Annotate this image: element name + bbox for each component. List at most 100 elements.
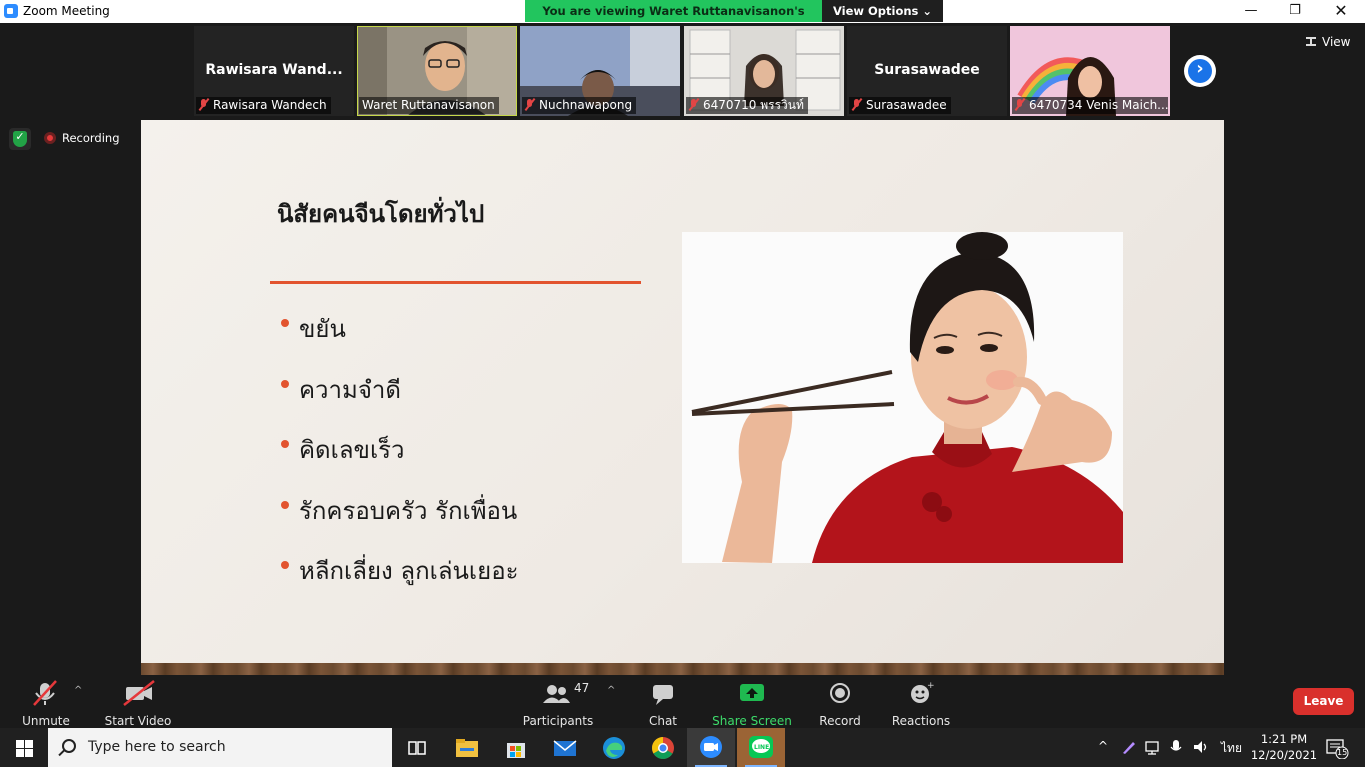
slide-bullet: ความจำดี — [277, 370, 519, 431]
view-label: View — [1322, 35, 1351, 49]
next-participants-button[interactable]: › — [1184, 55, 1216, 87]
participants-options-caret-icon[interactable]: ^ — [607, 685, 615, 696]
chrome-browser-icon[interactable] — [650, 735, 676, 761]
clock-date: 12/20/2021 — [1250, 748, 1318, 762]
view-options-button[interactable]: View Options ⌄ — [822, 0, 943, 22]
meeting-controls-bar: Unmute ^ Start Video 47 Participants ^ C… — [0, 675, 1365, 728]
gallery-view-icon — [1306, 37, 1316, 46]
chat-button[interactable]: Chat — [638, 679, 688, 728]
record-label: Record — [819, 714, 861, 728]
recording-label: Recording — [62, 131, 120, 145]
record-icon — [815, 679, 865, 707]
svg-text:+: + — [927, 681, 935, 691]
view-button[interactable]: View — [1306, 35, 1350, 49]
participant-tile[interactable]: 6470710 พรรวินท์ — [684, 26, 844, 116]
participant-name-bar: 6470734 Venis Maich... — [1012, 97, 1168, 114]
participant-tile[interactable]: Nuchnawapong — [520, 26, 680, 116]
slide-bullet: ขยัน — [277, 309, 519, 370]
share-screen-label: Share Screen — [712, 714, 792, 728]
windows-taskbar: Type here to search LINE ^ ไทย 1:21 PM 1… — [0, 728, 1365, 767]
reactions-smiley-icon: + — [890, 679, 952, 707]
title-bar: Zoom Meeting You are viewing Waret Rutta… — [0, 0, 1365, 40]
participant-big-name: Rawisara Wand... — [205, 62, 343, 78]
security-shield-icon[interactable] — [9, 128, 31, 150]
slide-bullet: หลีกเลี่ยง ลูกเล่นเยอะ — [277, 551, 519, 612]
share-screen-button[interactable]: Share Screen — [712, 679, 792, 728]
participant-name: 6470734 Venis Maich... — [1029, 98, 1168, 112]
zoom-app-icon — [4, 4, 18, 18]
view-options-label: View Options — [832, 4, 919, 18]
woman-with-chopsticks-photo — [682, 232, 1123, 563]
unmute-button[interactable]: Unmute — [18, 679, 74, 728]
participant-name: Nuchnawapong — [539, 98, 633, 112]
slide-floor-decoration — [141, 663, 1224, 675]
volume-icon[interactable] — [1192, 739, 1210, 758]
zoom-taskbar-button[interactable] — [687, 728, 735, 767]
start-video-button[interactable]: Start Video — [104, 679, 172, 728]
leave-button[interactable]: Leave — [1293, 688, 1354, 715]
muted-mic-icon — [525, 99, 534, 111]
slide-title: นิสัยคนจีนโดยทั่วไป — [277, 200, 485, 228]
restore-icon[interactable]: ❐ — [1272, 0, 1318, 23]
start-video-label: Start Video — [104, 714, 172, 728]
participant-name-bar: Waret Ruttanavisanon — [359, 97, 499, 114]
slide-bullet-list: ขยัน ความจำดี คิดเลขเร็ว รักครอบครัว รัก… — [277, 309, 519, 612]
participant-big-name: Surasawadee — [874, 62, 980, 78]
participants-button[interactable]: 47 Participants — [522, 679, 594, 728]
participant-name: Waret Ruttanavisanon — [362, 98, 495, 112]
network-icon[interactable] — [1145, 739, 1163, 758]
recording-dot-icon — [44, 132, 56, 144]
participants-label: Participants — [522, 714, 594, 728]
share-screen-icon — [712, 679, 792, 707]
participant-name-bar: Surasawadee — [849, 97, 951, 114]
taskbar-search-box[interactable]: Type here to search — [48, 728, 392, 767]
photo-illustration — [682, 232, 1123, 563]
record-button[interactable]: Record — [815, 679, 865, 728]
file-explorer-icon[interactable] — [454, 735, 480, 761]
edge-browser-icon[interactable] — [601, 735, 627, 761]
notification-count: 15 — [1337, 748, 1348, 757]
show-hidden-icons-icon[interactable]: ^ — [1098, 739, 1108, 753]
svg-text:LINE: LINE — [754, 744, 769, 751]
chat-bubble-icon — [638, 679, 688, 707]
participant-name: 6470710 พรรวินท์ — [703, 98, 804, 112]
task-view-icon[interactable] — [404, 735, 430, 761]
windows-start-icon[interactable] — [0, 728, 48, 767]
slide-bullet: คิดเลขเร็ว — [277, 430, 519, 491]
shared-screen-slide: นิสัยคนจีนโดยทั่วไป ขยัน ความจำดี คิดเลข… — [141, 120, 1224, 663]
muted-mic-icon — [1015, 99, 1024, 111]
microsoft-store-icon[interactable] — [503, 735, 529, 761]
participant-tile-active-speaker[interactable]: Waret Ruttanavisanon — [357, 26, 517, 116]
participant-tile[interactable]: Rawisara Wand... Rawisara Wandech — [194, 26, 354, 116]
participant-name-bar: Nuchnawapong — [522, 97, 637, 114]
search-placeholder: Type here to search — [88, 739, 226, 755]
participant-name-bar: Rawisara Wandech — [196, 97, 331, 114]
video-off-icon — [104, 679, 172, 707]
search-icon — [62, 739, 76, 753]
audio-options-caret-icon[interactable]: ^ — [74, 685, 82, 696]
close-icon[interactable]: ✕ — [1318, 0, 1364, 23]
muted-mic-icon — [199, 99, 208, 111]
microphone-tray-icon[interactable] — [1169, 739, 1183, 758]
taskbar-clock[interactable]: 1:21 PM 12/20/2021 — [1249, 731, 1319, 763]
participant-tile[interactable]: 6470734 Venis Maich... — [1010, 26, 1170, 116]
participant-name: Surasawadee — [866, 98, 947, 112]
pen-icon[interactable] — [1121, 739, 1137, 758]
minimize-icon[interactable]: — — [1228, 0, 1274, 23]
notification-center-icon[interactable]: 15 — [1325, 737, 1349, 762]
clock-time: 1:21 PM — [1260, 732, 1308, 746]
line-app-taskbar-button[interactable]: LINE — [737, 728, 785, 767]
unmute-label: Unmute — [22, 714, 70, 728]
participants-icon: 47 — [522, 679, 594, 707]
participant-tile[interactable]: Surasawadee Surasawadee — [847, 26, 1007, 116]
reactions-button[interactable]: + Reactions — [890, 679, 952, 728]
input-language-indicator[interactable]: ไทย — [1221, 739, 1242, 758]
chat-label: Chat — [648, 714, 678, 728]
muted-microphone-icon — [18, 679, 74, 707]
participant-name: Rawisara Wandech — [213, 98, 327, 112]
viewing-screen-banner: You are viewing Waret Ruttanavisanon's s… — [525, 0, 822, 40]
reactions-label: Reactions — [891, 714, 951, 728]
recording-indicator[interactable]: Recording — [44, 131, 120, 145]
mail-icon[interactable] — [552, 735, 578, 761]
line-app-icon: LINE — [749, 736, 773, 758]
